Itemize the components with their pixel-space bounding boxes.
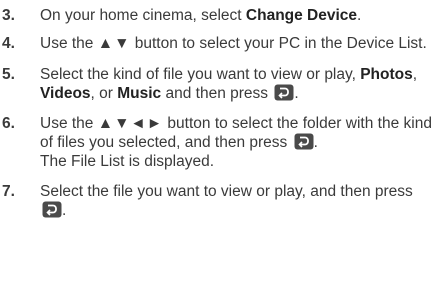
text-segment: . xyxy=(313,134,318,151)
step-5: 5. Select the kind of file you want to v… xyxy=(0,65,446,103)
step-number: 7. xyxy=(2,183,15,200)
text-segment: and then press xyxy=(161,85,273,102)
bold-term-photos: Photos xyxy=(360,66,413,83)
step-text: Use the ▲▼ button to select your PC in t… xyxy=(40,35,427,52)
text-segment: button to select your PC in the Device L… xyxy=(130,35,427,52)
bold-term-videos: Videos xyxy=(40,85,91,102)
text-segment: . xyxy=(357,7,362,24)
text-segment: Use the xyxy=(40,115,98,132)
bold-term-change-device: Change Device xyxy=(245,7,358,24)
step-number: 5. xyxy=(2,66,15,83)
text-segment: , or xyxy=(90,85,118,102)
enter-button-icon xyxy=(294,133,314,150)
arrow-keys-icon: ▲▼ xyxy=(97,35,131,52)
step-number: 4. xyxy=(2,35,15,52)
instruction-list: 3. On your home cinema, select Change De… xyxy=(0,6,446,220)
text-segment: Select the file you want to view or play… xyxy=(40,183,413,200)
step-text: Select the kind of file you want to view… xyxy=(40,66,417,102)
text-segment: , xyxy=(412,66,418,83)
step-text: Use the ▲▼◄► button to select the folder… xyxy=(40,115,432,170)
text-segment: On your home cinema, select xyxy=(40,7,246,24)
bold-term-music: Music xyxy=(117,85,162,102)
step-7: 7. Select the file you want to view or p… xyxy=(0,182,446,220)
enter-button-icon xyxy=(274,84,294,101)
step-4: 4. Use the ▲▼ button to select your PC i… xyxy=(0,34,446,53)
step-3: 3. On your home cinema, select Change De… xyxy=(0,6,446,25)
step-number: 6. xyxy=(2,115,15,132)
step-6: 6. Use the ▲▼◄► button to select the fol… xyxy=(0,114,446,171)
text-segment: Select the kind of file you want to view… xyxy=(40,66,361,83)
text-segment: The File List is displayed. xyxy=(40,153,215,170)
arrow-keys-icon: ▲▼◄► xyxy=(97,115,164,132)
text-segment: Use the xyxy=(40,35,98,52)
step-text: On your home cinema, select Change Devic… xyxy=(40,7,361,24)
step-number: 3. xyxy=(2,7,15,24)
text-segment: . xyxy=(294,85,299,102)
step-text: Select the file you want to view or play… xyxy=(40,183,413,219)
text-segment: . xyxy=(62,202,67,219)
enter-button-icon xyxy=(42,201,62,218)
